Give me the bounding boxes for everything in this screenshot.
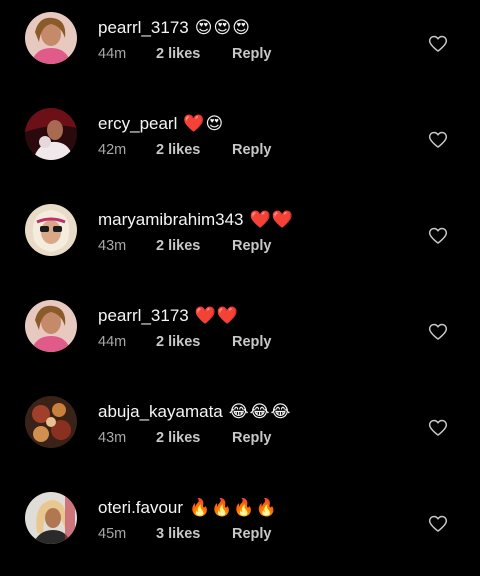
comment-username[interactable]: oteri.favour [98, 498, 183, 518]
reply-button[interactable]: Reply [232, 142, 272, 158]
comment-text: ❤️❤️ [194, 306, 240, 326]
comment-likes-count[interactable]: 2 likes [156, 142, 232, 158]
comment-timestamp: 43m [98, 238, 127, 254]
avatar[interactable] [25, 492, 77, 544]
comment-likes-count[interactable]: 2 likes [156, 238, 232, 254]
comment-text: 😍😍😍 [194, 18, 251, 38]
comment-list: pearrl_3173 😍😍😍 44m 2 likes Reply ercy_p… [0, 0, 480, 574]
avatar[interactable] [25, 204, 77, 256]
comment-timestamp: 44m [98, 334, 127, 350]
reply-button[interactable]: Reply [232, 238, 272, 254]
comment-item: maryamibrahim343 ❤️❤️ 43m 2 likes Reply [0, 192, 480, 288]
comment-text: 😂😂😂 [228, 402, 292, 422]
comment-timestamp: 43m [98, 430, 127, 446]
reply-button[interactable]: Reply [232, 526, 272, 542]
comment-item: ercy_pearl ❤️😍 42m 2 likes Reply [0, 96, 480, 192]
comment-likes-count[interactable]: 2 likes [156, 334, 232, 350]
reply-button[interactable]: Reply [232, 46, 272, 62]
like-heart-icon[interactable] [428, 34, 448, 54]
comment-text: ❤️❤️ [249, 210, 294, 230]
like-heart-icon[interactable] [428, 226, 448, 246]
reply-button[interactable]: Reply [232, 430, 272, 446]
comment-item: pearrl_3173 ❤️❤️ 44m 2 likes Reply [0, 288, 480, 384]
avatar[interactable] [25, 108, 77, 160]
comment-username[interactable]: pearrl_3173 [98, 306, 189, 326]
comment-timestamp: 42m [98, 142, 127, 158]
like-heart-icon[interactable] [428, 322, 448, 342]
comment-text: ❤️😍 [183, 114, 225, 134]
comment-username[interactable]: pearrl_3173 [98, 18, 189, 38]
comment-likes-count[interactable]: 2 likes [156, 46, 232, 62]
comment-timestamp: 44m [98, 46, 127, 62]
comment-username[interactable]: abuja_kayamata [98, 402, 223, 422]
avatar[interactable] [25, 300, 77, 352]
comment-timestamp: 45m [98, 526, 127, 542]
comment-item: pearrl_3173 😍😍😍 44m 2 likes Reply [0, 0, 480, 96]
comment-likes-count[interactable]: 3 likes [156, 526, 232, 542]
like-heart-icon[interactable] [428, 130, 448, 150]
comment-item: oteri.favour 🔥🔥🔥🔥 45m 3 likes Reply [0, 480, 480, 576]
comment-text: 🔥🔥🔥🔥 [189, 498, 278, 518]
avatar[interactable] [25, 12, 77, 64]
comment-item: abuja_kayamata 😂😂😂 43m 2 likes Reply [0, 384, 480, 480]
comment-username[interactable]: ercy_pearl [98, 114, 177, 134]
like-heart-icon[interactable] [428, 418, 448, 438]
comment-likes-count[interactable]: 2 likes [156, 430, 232, 446]
avatar[interactable] [25, 396, 77, 448]
like-heart-icon[interactable] [428, 514, 448, 534]
comment-username[interactable]: maryamibrahim343 [98, 210, 244, 230]
reply-button[interactable]: Reply [232, 334, 272, 350]
